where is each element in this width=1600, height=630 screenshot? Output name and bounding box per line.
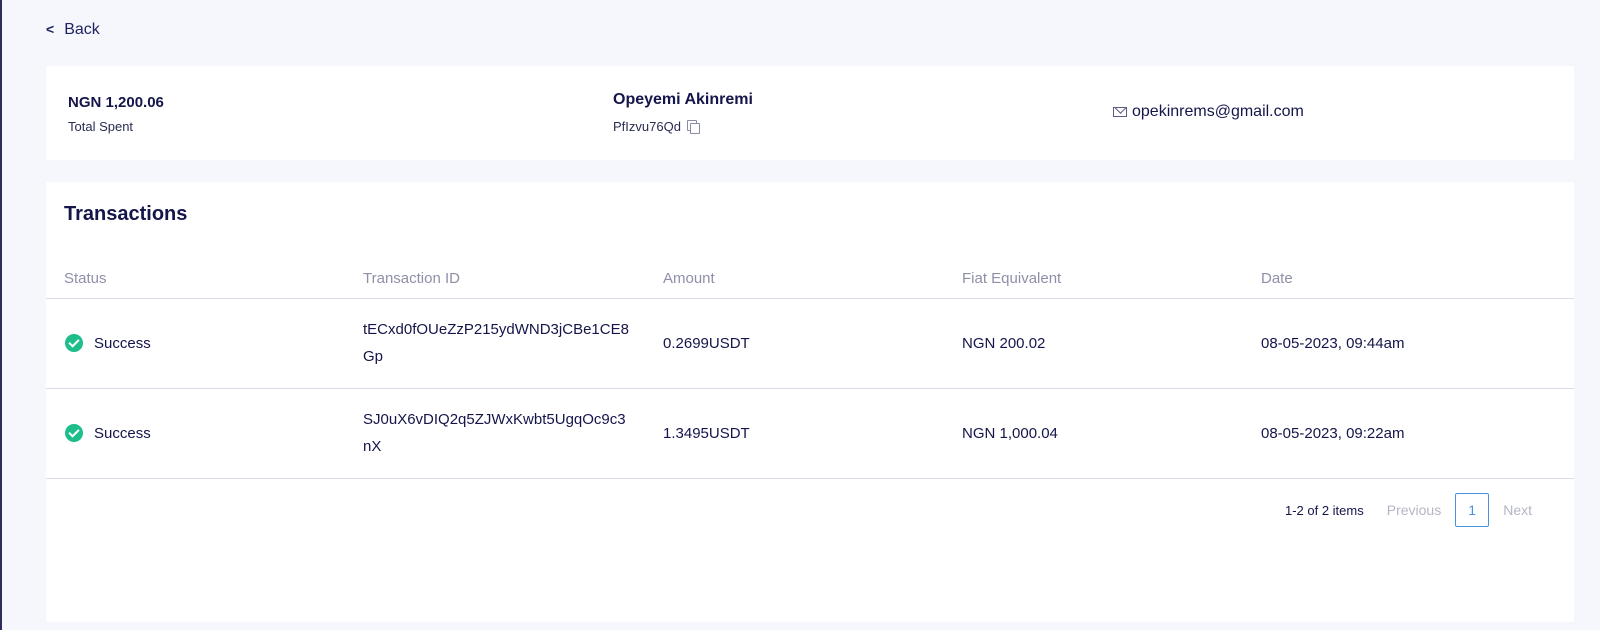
previous-page-button[interactable]: Previous <box>1373 502 1455 518</box>
column-header-status: Status <box>64 270 107 287</box>
check-circle-icon <box>65 424 83 442</box>
chevron-left-icon: < <box>46 21 55 37</box>
status-cell: Success <box>65 334 151 352</box>
date-cell: 08-05-2023, 09:44am <box>1261 335 1405 352</box>
customer-name: Opeyemi Akinremi <box>613 91 753 108</box>
page-1-button[interactable]: 1 <box>1455 493 1490 527</box>
status-text: Success <box>94 334 151 352</box>
total-spent-amount: NGN 1,200.06 <box>68 94 164 111</box>
table-header: Status Transaction ID Amount Fiat Equiva… <box>46 262 1574 299</box>
customer-id: PfIzvu76Qd <box>613 119 700 134</box>
transaction-id-cell: tECxd0fOUeZzP215ydWND3jCBe1CE8Gp <box>363 321 629 365</box>
date-cell: 08-05-2023, 09:22am <box>1261 425 1405 442</box>
copy-icon[interactable] <box>686 120 700 134</box>
next-page-button[interactable]: Next <box>1489 502 1574 518</box>
transactions-title: Transactions <box>64 203 188 225</box>
pagination: 1-2 of 2 items Previous 1 Next <box>1285 493 1574 527</box>
pagination-info: 1-2 of 2 items <box>1284 502 1364 518</box>
column-header-amount: Amount <box>663 270 715 287</box>
status-text: Success <box>94 424 151 442</box>
fiat-equivalent-cell: NGN 200.02 <box>962 335 1046 352</box>
back-button[interactable]: < Back <box>46 21 100 39</box>
customer-id-value: PfIzvu76Qd <box>613 119 681 134</box>
fiat-equivalent-cell: NGN 1,000.04 <box>962 425 1058 442</box>
back-label: Back <box>64 21 100 38</box>
table-row[interactable]: Success tECxd0fOUeZzP215ydWND3jCBe1CE8Gp… <box>46 299 1574 389</box>
column-header-date: Date <box>1261 270 1293 287</box>
transaction-id-cell: SJ0uX6vDIQ2q5ZJWxKwbt5UgqOc9c3nX <box>363 411 626 455</box>
customer-email-value: opekinrems@gmail.com <box>1132 103 1304 120</box>
transactions-card: Transactions Status Transaction ID Amoun… <box>46 182 1574 622</box>
customer-email: opekinrems@gmail.com <box>1113 103 1304 121</box>
total-spent-label: Total Spent <box>68 119 134 134</box>
status-cell: Success <box>65 424 151 442</box>
customer-summary-card: NGN 1,200.06 Total Spent Opeyemi Akinrem… <box>46 66 1574 160</box>
amount-cell: 0.2699USDT <box>663 335 750 352</box>
amount-cell: 1.3495USDT <box>663 425 750 442</box>
column-header-transaction-id: Transaction ID <box>363 270 460 287</box>
mail-icon <box>1113 107 1127 117</box>
column-header-fiat-equivalent: Fiat Equivalent <box>962 270 1062 287</box>
check-circle-icon <box>65 334 83 352</box>
table-row[interactable]: Success SJ0uX6vDIQ2q5ZJWxKwbt5UgqOc9c3nX… <box>46 389 1574 479</box>
